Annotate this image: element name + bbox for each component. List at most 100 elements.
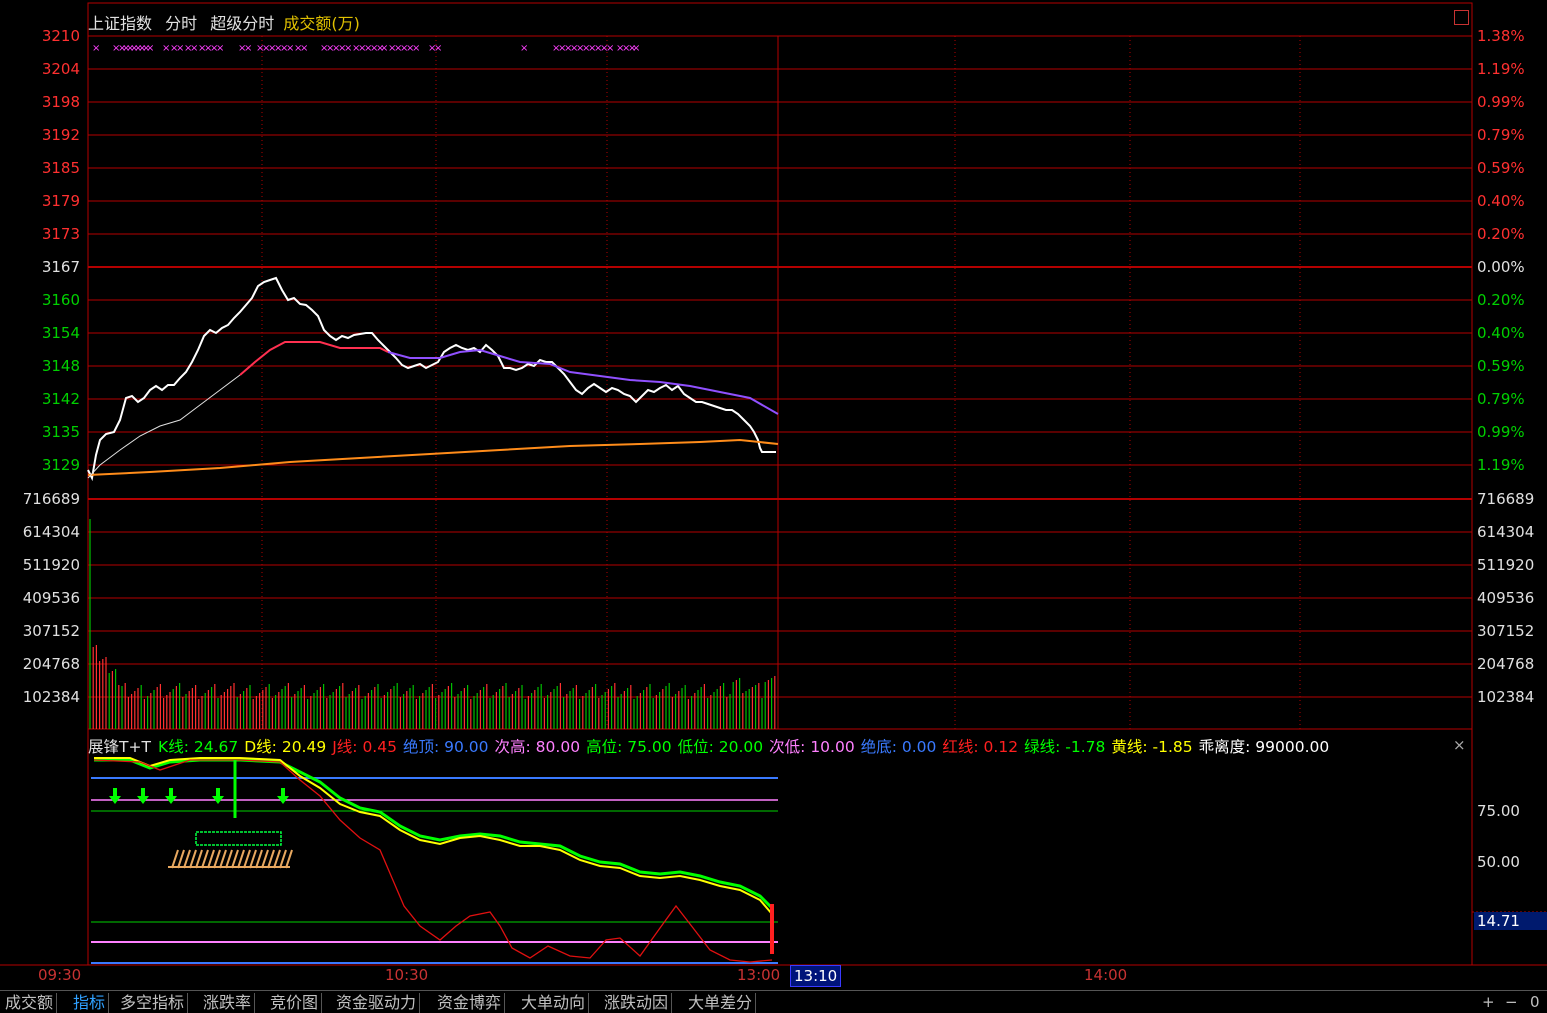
volume-left-tick: 716689 [22,490,80,508]
signal-marker: × [244,43,252,54]
indicator-item-value: 0.12 [978,738,1019,756]
indicator-item-value: 20.00 [713,738,764,756]
ma-red-line [239,341,389,376]
indicator-item-value: 10.00 [805,738,855,756]
tab-3[interactable]: 涨跌率 [200,993,256,1013]
indicator-item-label: 红线: [942,738,979,756]
indicator-current-value: 14.71 [1474,912,1547,930]
hatch-mark [213,849,221,869]
buy-arrow-icon [109,788,121,804]
indicator-item: 绝底: 0.00 [861,738,937,756]
tab-0[interactable]: 成交额 [2,993,58,1013]
indicator-item: 次高: 80.00 [495,738,581,756]
indicator-item-value: 0.00 [896,738,937,756]
indicator-item-value: -1.78 [1060,738,1106,756]
hatch-mark [279,849,287,869]
price-left-tick: 3142 [41,390,80,408]
price-left-tick: 3154 [41,324,80,342]
close-icon[interactable]: × [1453,736,1466,754]
indicator-item-label: 绝底: [860,738,897,756]
j-line [93,759,773,963]
volume-right-tick: 409536 [1477,589,1535,607]
reset-button[interactable]: 0 [1530,993,1540,1011]
indicator-item-value: 20.49 [276,738,327,756]
price-left-tick: 3167 [41,258,80,276]
price-right-tick: 0.99% [1477,423,1525,441]
volume-right-tick: 511920 [1477,556,1535,574]
indicator-legend: 展锋T+T K线: 24.67 D线: 20.49 J线: 0.45 绝顶: 90.0… [88,735,1341,757]
indicator-axis-75: 75.00 [1477,802,1520,820]
hatch-mark [207,849,215,869]
volume-left-tick: 102384 [22,688,80,706]
volume-left-tick: 614304 [22,523,80,541]
zoom-out-button[interactable]: − [1505,993,1518,1011]
indicator-item-label: 高位: [586,738,623,756]
price-right-tick: 1.19% [1477,456,1525,474]
price-right-tick: 0.20% [1477,291,1525,309]
bottom-tab-bar: 成交额 指标 多空指标 涨跌率 竞价图 资金驱动力 资金博弈 大单动向 涨跌动因 大单差分 [0,990,1547,1013]
indicator-item: 绿线: -1.78 [1024,738,1105,756]
time-label-0930: 09:30 [38,966,82,984]
indicator-item-label: D线: [244,738,277,756]
price-series: × ××××××××× × ×× ×× ×××× ×× ×××××× ×× ××××× ××××××… [87,43,779,482]
volume-left-tick: 409536 [22,589,80,607]
price-right-tick: 0.79% [1477,390,1525,408]
tab-1[interactable]: 指标 [70,993,110,1013]
hatch-mark [225,849,233,869]
signal-marker: × [520,43,528,54]
price-left-tick: 3179 [41,192,80,210]
price-right-tick: 1.38% [1477,27,1525,45]
price-left-tick: 3160 [41,291,80,309]
grid-lines [0,2,1547,966]
time-label-1400: 14:00 [1084,966,1128,984]
signal-marker: × [300,43,308,54]
price-right-tick: 0.20% [1477,225,1525,243]
hatch-mark [261,849,269,869]
tab-4[interactable]: 竞价图 [267,993,323,1013]
tab-8[interactable]: 涨跌动因 [601,993,673,1013]
average-price-line [87,438,779,476]
price-left-tick: 3192 [41,126,80,144]
hatch-mark [237,849,245,869]
tab-2[interactable]: 多空指标 [117,993,189,1013]
tab-5[interactable]: 资金驱动力 [333,993,421,1013]
volume-right-tick: 614304 [1477,523,1535,541]
price-right-tick: 0.00% [1477,258,1525,276]
indicator-item-value: -1.85 [1147,738,1193,756]
indicator-item-label: J线: [332,738,358,756]
zoom-in-button[interactable]: + [1482,993,1495,1011]
volume-bars [89,519,776,729]
hatch-mark [183,849,191,869]
indicator-item-value: 99000.00 [1250,738,1330,756]
price-right-tick: 0.79% [1477,126,1525,144]
indicator-item: 黄线: -1.85 [1111,738,1192,756]
indicator-item: K线: 24.67 [158,738,238,756]
indicator-name[interactable]: 展锋T+T [88,738,151,756]
buy-arrow-icon [165,788,177,804]
volume-right-tick: 716689 [1477,490,1535,508]
price-right-tick: 1.19% [1477,60,1525,78]
volume-left-tick: 511920 [22,556,80,574]
buy-arrow-icon [137,788,149,804]
indicator-item-value: 90.00 [439,738,489,756]
price-right-tick: 0.59% [1477,159,1525,177]
indicator-item-label: 绝顶: [402,738,440,756]
indicator-item-label: 黄线: [1111,738,1148,756]
indicator-item: 低位: 20.00 [678,738,764,756]
signal-marker: × [632,43,640,54]
volume-left-tick: 307152 [22,622,80,640]
tab-9[interactable]: 大单差分 [685,993,757,1013]
tab-6[interactable]: 资金博弈 [434,993,506,1013]
indicator-item: 高位: 75.00 [586,738,672,756]
hatch-mark [255,849,263,869]
price-left-tick: 3185 [41,159,80,177]
price-left-tick: 3148 [41,357,80,375]
tab-7[interactable]: 大单动向 [518,993,590,1013]
price-left-tick: 3135 [41,423,80,441]
indicator-item-value: 75.00 [622,738,672,756]
hatch-mark [201,849,209,869]
price-left-tick: 3129 [41,456,80,474]
signal-marker: × [412,43,420,54]
indicator-item-label: 绿线: [1024,738,1061,756]
chart-canvas[interactable]: × ××××××××× × ×× ×× ×××× ×× ×××××× ×× ××××× ××××××… [0,0,1547,1012]
